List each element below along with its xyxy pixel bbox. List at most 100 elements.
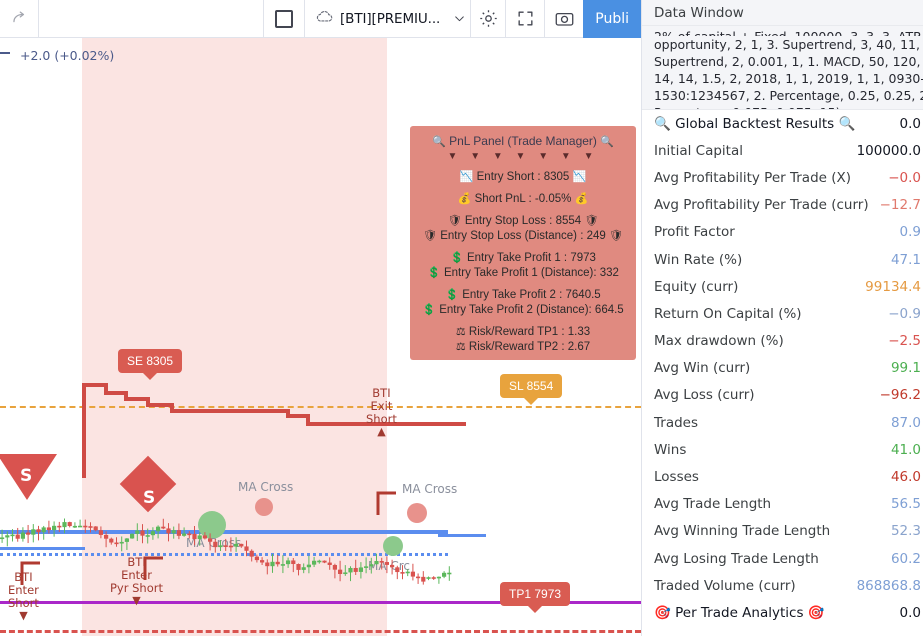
data-window-row[interactable]: Avg Trade Length 56.5 — [642, 491, 923, 518]
data-window-label-text: Per Trade Analytics — [675, 605, 803, 621]
shield-icon: 🛡 — [609, 230, 623, 242]
data-window-row[interactable]: Win Rate (%) 47.1 — [642, 246, 923, 273]
pnl-row-take-profit-2-distance: 💲 Entry Take Profit 2 (Distance): 664.5 — [416, 303, 630, 318]
data-window-row[interactable]: Avg Profitability Per Trade (X) −0.0 — [642, 164, 923, 191]
data-window-label-text: Losses — [654, 469, 699, 485]
data-window-row[interactable]: Traded Volume (curr)868868.8 — [642, 572, 923, 599]
description-line: 1530:1234567, 2. Percentage, 0.25, 0.25,… — [654, 87, 923, 104]
data-window-row[interactable]: Trades87.0 — [642, 409, 923, 436]
camera-icon[interactable] — [545, 0, 583, 38]
data-window-row-value: 56.5 — [891, 496, 921, 512]
pnl-row-text: Entry Take Profit 1 : 7973 — [467, 252, 596, 264]
data-window-panel[interactable]: Data Window 2% of capital + Fixed, 10000… — [641, 0, 923, 636]
pnl-panel-title: PnL Panel (Trade Manager) — [449, 134, 597, 148]
chart-canvas[interactable]: +2.0 (+0.02%) S S — [0, 38, 641, 636]
data-window-row-value: −0.0 — [888, 170, 921, 186]
pnl-row-text: Entry Stop Loss (Distance) : 249 — [440, 230, 606, 242]
gear-icon[interactable] — [471, 0, 505, 38]
pnl-row-text: Entry Short : 8305 — [477, 171, 570, 183]
data-window-row-value: 46.0 — [891, 469, 921, 485]
data-window-label-text: Max drawdown (%) — [654, 333, 784, 349]
target-icon: 🎯 — [803, 605, 824, 621]
magnifier-icon: 🔍 — [834, 116, 855, 132]
data-window-row[interactable]: Avg Winning Trade Length 52.3 — [642, 518, 923, 545]
data-window-row-value: −96.2 — [880, 387, 921, 403]
data-window-row-label: Profit Factor — [654, 224, 735, 240]
shield-icon: 🛡 — [423, 230, 437, 242]
pnl-group-pnl: 💰 Short PnL : -0.05% 💰 — [416, 192, 630, 207]
data-window-row[interactable]: Avg Loss (curr) −96.2 — [642, 382, 923, 409]
data-window-label-text: Avg Win (curr) — [654, 360, 750, 376]
pnl-row-text: Entry Stop Loss : 8554 — [465, 215, 581, 227]
pnl-panel[interactable]: 🔍 PnL Panel (Trade Manager) 🔍 ▼ ▼ ▼ ▼ ▼ … — [410, 126, 636, 360]
data-window-row-value: 41.0 — [891, 442, 921, 458]
chart-icon: 📉 — [573, 171, 587, 183]
publish-button[interactable]: Publi — [583, 0, 641, 38]
scales-icon: ⚖ — [456, 326, 466, 338]
money-bag-icon: 💰 — [575, 193, 589, 205]
top-toolbar: [BTI][PREMIU... Publi — [0, 0, 641, 38]
data-window-row[interactable]: Profit Factor0.9 — [642, 219, 923, 246]
layout-square-icon[interactable] — [264, 0, 304, 38]
data-window-row[interactable]: 🔍 Global Backtest Results 🔍0.0 — [642, 110, 923, 137]
data-window-row-value: −0.9 — [888, 306, 921, 322]
data-window-label-text: Initial Capital — [654, 143, 743, 159]
data-window-row[interactable]: Avg Win (curr) 99.1 — [642, 355, 923, 382]
redo-arrow-icon[interactable] — [0, 0, 38, 38]
data-window-label-text: Profit Factor — [654, 224, 735, 240]
pnl-row-risk-reward-tp2: ⚖ Risk/Reward TP2 : 2.67 — [416, 340, 630, 355]
target-icon: 🎯 — [654, 605, 675, 621]
pnl-row-stop-loss-distance: 🛡 Entry Stop Loss (Distance) : 249 🛡 — [416, 229, 630, 244]
cloud-dashed-icon — [315, 9, 334, 29]
toolbar-spacer — [39, 0, 263, 38]
data-window-row[interactable]: Avg Profitability Per Trade (curr)−12.7 — [642, 192, 923, 219]
fullscreen-icon[interactable] — [506, 0, 544, 38]
magnifier-icon: 🔍 — [600, 136, 614, 148]
pnl-row-text: Short PnL : -0.05% — [475, 193, 572, 205]
data-window-row[interactable]: Equity (curr)99134.4 — [642, 273, 923, 300]
data-window-row-value: 87.0 — [891, 415, 921, 431]
symbol-selector[interactable]: [BTI][PREMIU... — [305, 0, 448, 38]
data-window-label-text: Avg Loss (curr) — [654, 387, 755, 403]
data-window-label-text: Return On Capital (%) — [654, 306, 802, 322]
description-line: 2% of capital + Fixed, 100000, 3, 3, 3. … — [654, 28, 923, 36]
data-window-row[interactable]: Losses 46.0 — [642, 463, 923, 490]
pnl-row-take-profit-1: 💲 Entry Take Profit 1 : 7973 — [416, 251, 630, 266]
data-window-row-value: 99.1 — [891, 360, 921, 376]
data-window-row-value: −12.7 — [880, 197, 921, 213]
shield-icon: 🛡 — [448, 215, 462, 227]
shield-icon: 🛡 — [584, 215, 598, 227]
data-window-row-label: Initial Capital — [654, 143, 743, 159]
description-line: 14, 14, 1.5, 2, 2018, 1, 1, 2019, 1, 1, … — [654, 70, 923, 87]
pnl-row-text: Risk/Reward TP1 : 1.33 — [469, 326, 590, 338]
pnl-group-tp1: 💲 Entry Take Profit 1 : 7973 💲 Entry Tak… — [416, 251, 630, 281]
data-window-row-label: Win Rate (%) — [654, 252, 742, 268]
chevron-down-icon[interactable] — [448, 0, 470, 38]
dollar-icon: 💲 — [445, 289, 459, 301]
symbol-label: [BTI][PREMIU... — [340, 11, 440, 27]
dollar-icon: 💲 — [450, 252, 464, 264]
data-window-row-value: 99134.4 — [865, 279, 921, 295]
data-window-row[interactable]: 🎯 Per Trade Analytics 🎯0.0 — [642, 599, 923, 626]
data-window-label-text: Avg Profitability Per Trade (X) — [654, 170, 851, 186]
pnl-group-risk-reward: ⚖ Risk/Reward TP1 : 1.33 ⚖ Risk/Reward T… — [416, 325, 630, 355]
data-window-row-value: 47.1 — [891, 252, 921, 268]
magnifier-icon: 🔍 — [432, 136, 446, 148]
data-window-row-label: Avg Loss (curr) — [654, 387, 755, 403]
pnl-group-tp2: 💲 Entry Take Profit 2 : 7640.5 💲 Entry T… — [416, 288, 630, 318]
pnl-row-text: Entry Take Profit 2 : 7640.5 — [462, 289, 601, 301]
data-window-label-text: Avg Winning Trade Length — [654, 523, 830, 539]
magnifier-icon: 🔍 — [654, 116, 675, 132]
scales-icon: ⚖ — [456, 341, 466, 353]
data-window-row[interactable]: Max drawdown (%)−2.5 — [642, 328, 923, 355]
data-window-row[interactable]: Avg Losing Trade Length60.2 — [642, 545, 923, 572]
data-window-label-text: Avg Trade Length — [654, 496, 771, 512]
data-window-row-value: 100000.0 — [857, 143, 921, 159]
pnl-row-text: Entry Take Profit 2 (Distance): 664.5 — [439, 304, 624, 316]
data-window-row-value: 52.3 — [891, 523, 921, 539]
data-window-row-value: 868868.8 — [857, 578, 921, 594]
data-window-row[interactable]: Initial Capital 100000.0 — [642, 137, 923, 164]
data-window-row-value: 0.0 — [900, 116, 921, 132]
data-window-row[interactable]: Wins41.0 — [642, 436, 923, 463]
data-window-row[interactable]: Return On Capital (%) −0.9 — [642, 300, 923, 327]
